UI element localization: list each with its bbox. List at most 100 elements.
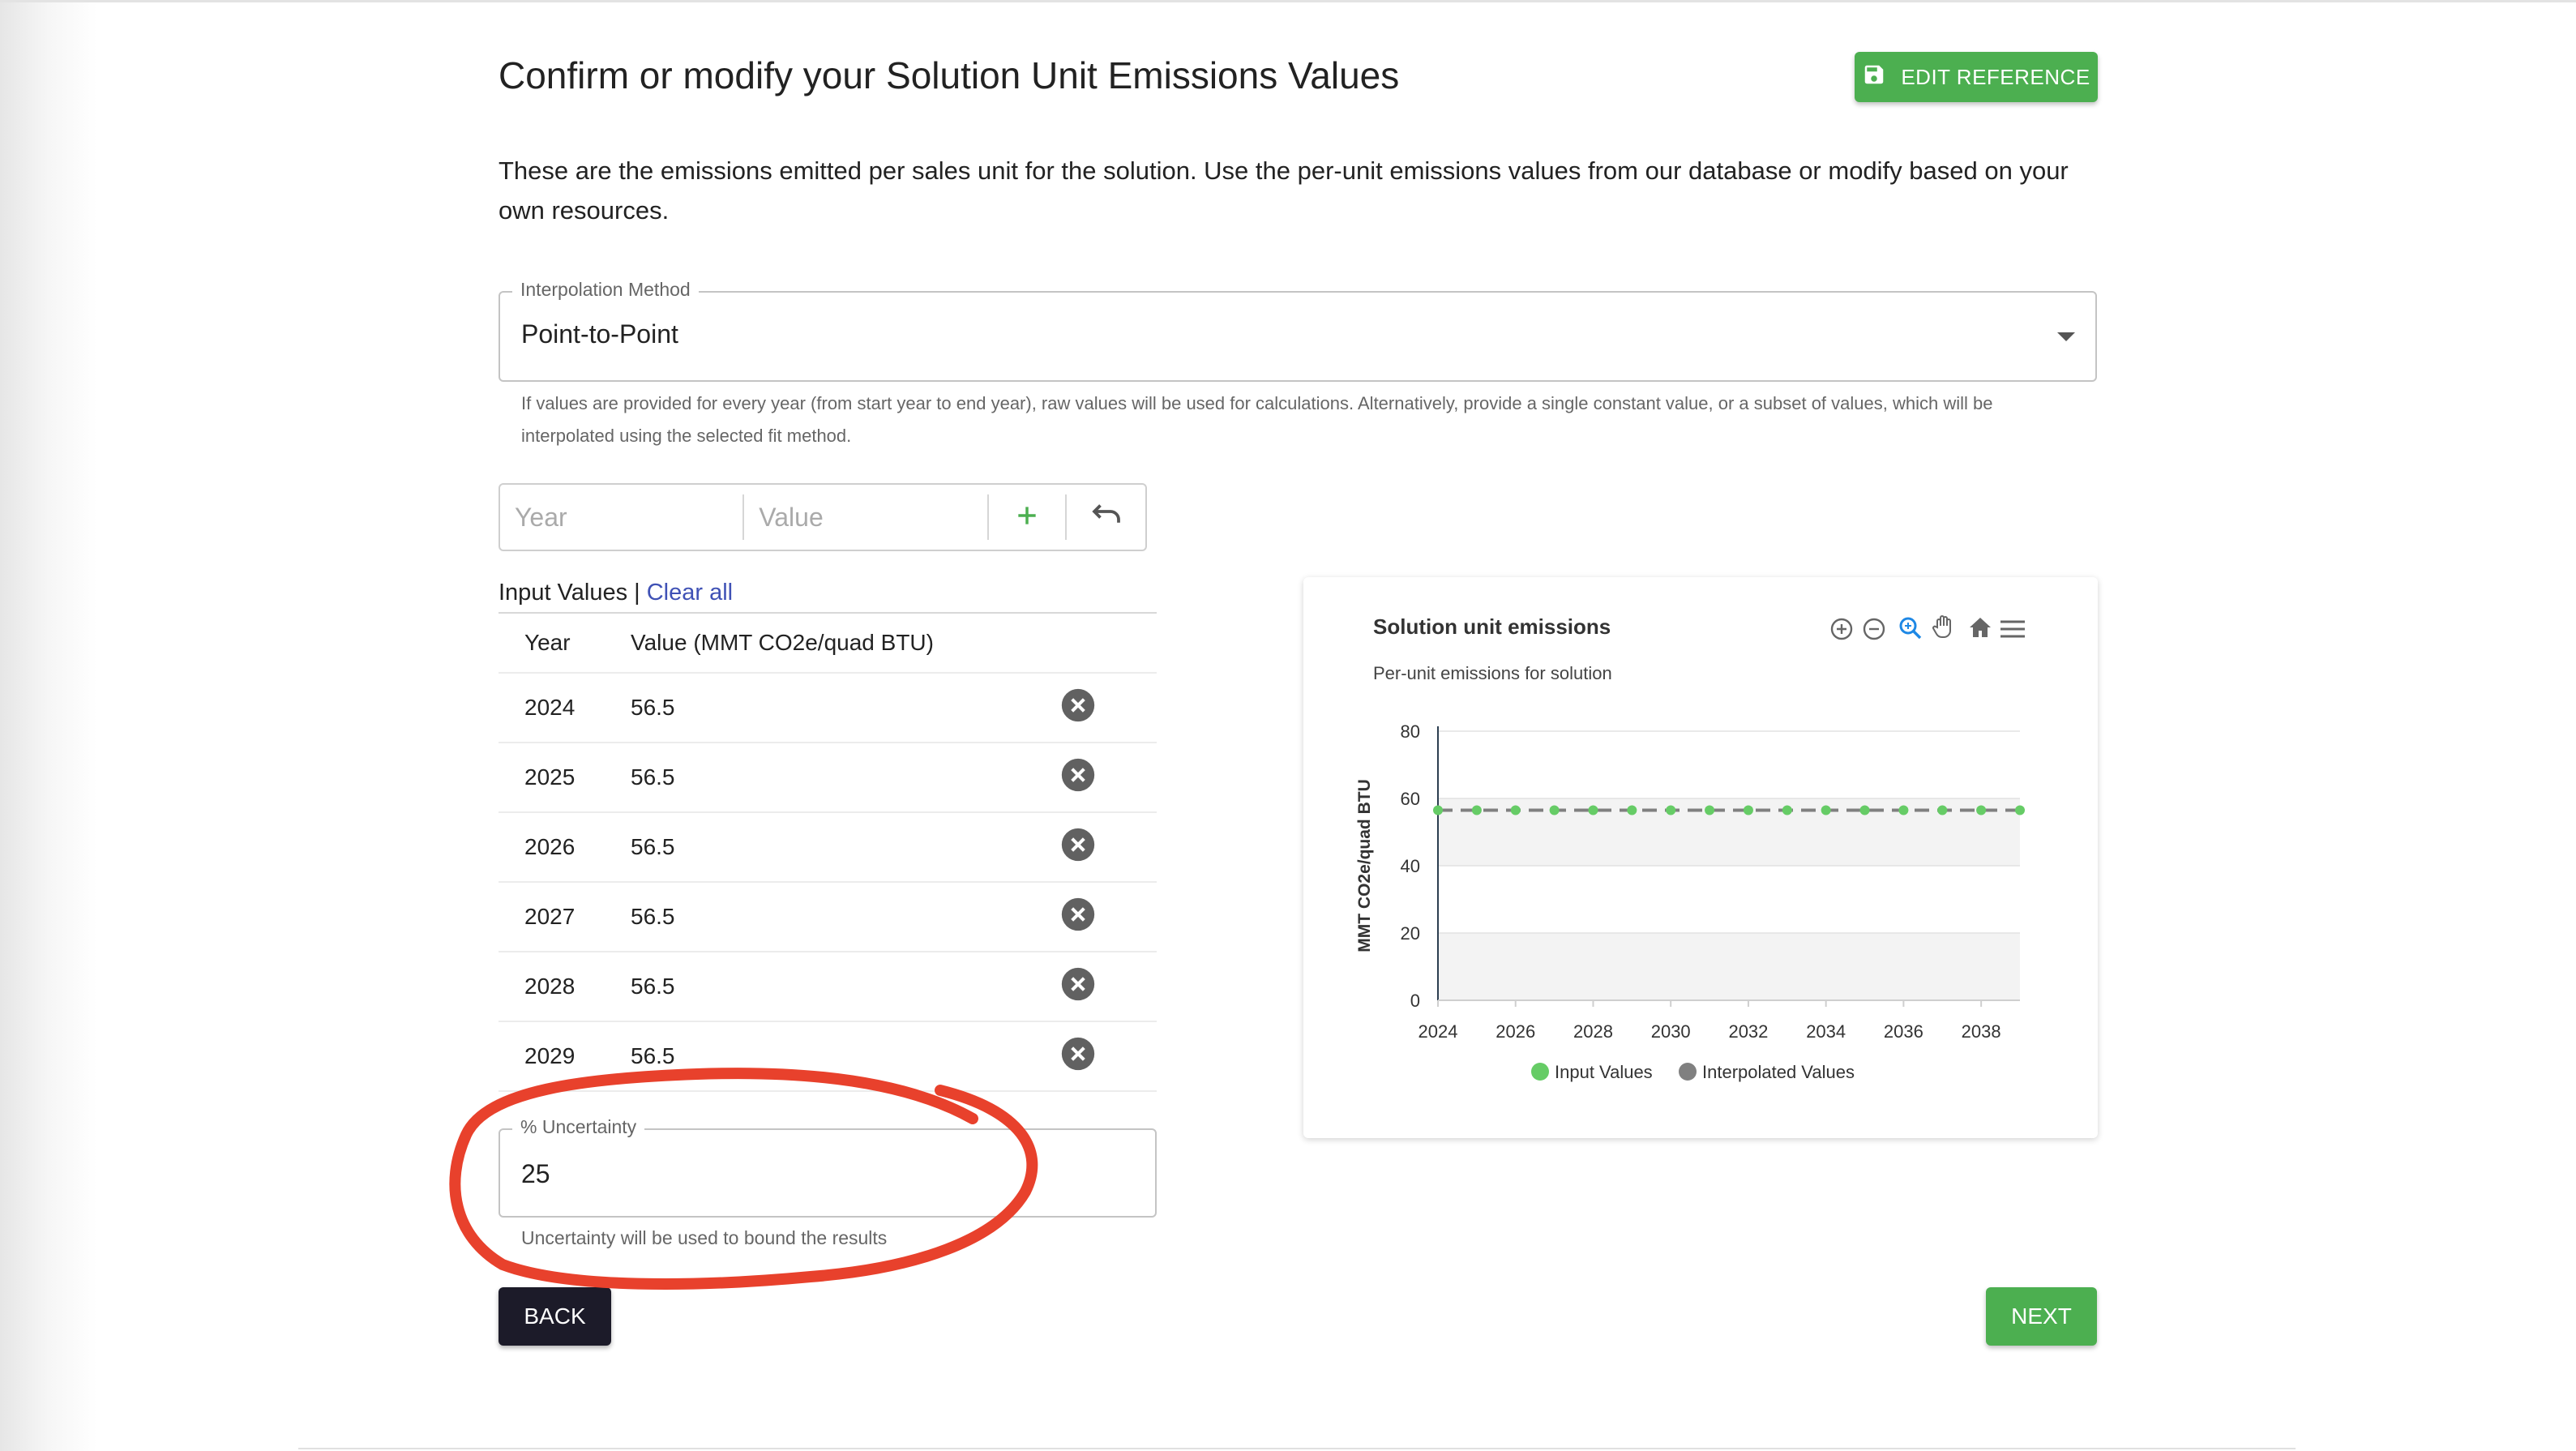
- row-year: 2026: [524, 834, 576, 859]
- remove-row-icon[interactable]: [1060, 1036, 1096, 1077]
- uncertainty-field[interactable]: [499, 1128, 1157, 1218]
- grid-band: [1438, 731, 2020, 798]
- remove-row-icon[interactable]: [1060, 687, 1096, 729]
- table-row: 2024 56.5: [499, 674, 1157, 743]
- y-tick-label: 20: [1401, 923, 1420, 944]
- window-edge-shade: [0, 0, 97, 1451]
- x-tick-label: 2034: [1806, 1021, 1846, 1042]
- add-value-row: Year Value: [499, 483, 1147, 551]
- row-value: 56.5: [631, 974, 675, 999]
- data-point-input-values: [1821, 805, 1831, 815]
- data-point-input-values: [2015, 805, 2025, 815]
- plus-icon: [1014, 503, 1040, 533]
- year-input[interactable]: Year: [500, 494, 745, 540]
- row-year: 2024: [524, 695, 576, 720]
- interpolation-helper-text: If values are provided for every year (f…: [521, 393, 1993, 446]
- menu-icon[interactable]: [2000, 620, 2025, 638]
- uncertainty-value[interactable]: 25: [521, 1159, 550, 1189]
- reset-home-icon[interactable]: [1970, 618, 1991, 637]
- x-tick-label: 2026: [1496, 1021, 1535, 1042]
- page-title: Confirm or modify your Solution Unit Emi…: [499, 54, 1400, 96]
- data-point-input-values: [1898, 805, 1909, 815]
- data-point-input-values: [1666, 805, 1676, 815]
- y-tick-label: 40: [1401, 856, 1420, 876]
- x-tick-label: 2036: [1884, 1021, 1923, 1042]
- save-icon: [1862, 62, 1886, 92]
- row-year: 2028: [524, 974, 576, 999]
- data-point-input-values: [1976, 805, 1987, 815]
- chart-y-axis-label: MMT CO2e/quad BTU: [1355, 779, 1374, 952]
- emissions-chart: Solution unit emissions Per-unit emissio…: [1355, 614, 2025, 1082]
- description-text: These are the emissions emitted per sale…: [499, 156, 2069, 225]
- zoom-out-icon[interactable]: [1863, 618, 1885, 640]
- x-tick-label: 2024: [1419, 1021, 1458, 1042]
- legend-label: Interpolated Values: [1702, 1062, 1855, 1082]
- legend-marker: [1679, 1063, 1697, 1081]
- plot-area: 0 20 40 60 80 2024 2026 2028 2030 2032 2034 2036 203…: [1401, 721, 2025, 1082]
- row-value: 56.5: [631, 1043, 675, 1068]
- zoom-in-icon[interactable]: [1830, 618, 1853, 640]
- input-values-table: Year Value (MMT CO2e/quad BTU) 2024 56.5…: [499, 614, 1157, 1092]
- row-value: 56.5: [631, 695, 675, 720]
- row-value: 56.5: [631, 764, 675, 790]
- table-header: Year Value (MMT CO2e/quad BTU): [499, 614, 1157, 674]
- grid-band: [1438, 933, 2020, 1000]
- grid-band: [1438, 866, 2020, 933]
- remove-row-icon[interactable]: [1060, 757, 1096, 798]
- legend-label: Input Values: [1555, 1062, 1653, 1082]
- interpolation-method-value: Point-to-Point: [521, 319, 678, 349]
- chart-toolbar: [1830, 615, 2025, 640]
- table-row: 2026 56.5: [499, 813, 1157, 883]
- top-divider: [0, 0, 2576, 2]
- data-point-input-values: [1937, 805, 1948, 815]
- data-point-input-values: [1782, 805, 1792, 815]
- data-point-input-values: [1859, 805, 1870, 815]
- footer-divider: [298, 1448, 2296, 1449]
- caret-down-icon[interactable]: [2057, 332, 2075, 341]
- data-point-input-values: [1588, 805, 1598, 815]
- edit-reference-button[interactable]: EDIT REFERENCE: [1855, 52, 2098, 102]
- chart-card: Solution unit emissions Per-unit emissio…: [1303, 577, 2098, 1138]
- column-header-value: Value (MMT CO2e/quad BTU): [631, 630, 934, 655]
- data-point-input-values: [1471, 805, 1482, 815]
- next-button[interactable]: NEXT: [1986, 1287, 2097, 1346]
- x-tick-label: 2030: [1651, 1021, 1691, 1042]
- interpolation-method-select[interactable]: [499, 291, 2097, 382]
- interpolation-method-label: Interpolation Method: [512, 279, 699, 301]
- input-values-header: Input Values | Clear all: [499, 580, 733, 606]
- edit-reference-label: EDIT REFERENCE: [1901, 64, 2090, 89]
- data-point-input-values: [1433, 805, 1443, 815]
- row-year: 2027: [524, 904, 576, 929]
- chart-title: Solution unit emissions: [1373, 614, 1611, 639]
- input-values-title: Input Values: [499, 580, 628, 606]
- header-separator: |: [627, 580, 647, 606]
- x-tick-label: 2028: [1573, 1021, 1613, 1042]
- clear-all-link[interactable]: Clear all: [647, 580, 733, 606]
- undo-icon: [1090, 503, 1123, 532]
- remove-row-icon[interactable]: [1060, 897, 1096, 938]
- back-button[interactable]: BACK: [499, 1287, 611, 1346]
- row-value: 56.5: [631, 834, 675, 859]
- add-value-button[interactable]: [989, 494, 1068, 540]
- y-tick-label: 60: [1401, 789, 1420, 809]
- uncertainty-helper-text: Uncertainty will be used to bound the re…: [521, 1227, 888, 1248]
- value-input[interactable]: Value: [744, 494, 989, 540]
- column-header-year: Year: [524, 630, 571, 655]
- row-value: 56.5: [631, 904, 675, 929]
- data-point-input-values: [1743, 805, 1753, 815]
- undo-button[interactable]: [1067, 494, 1145, 540]
- selection-zoom-icon[interactable]: [1899, 617, 1922, 640]
- remove-row-icon[interactable]: [1060, 966, 1096, 1008]
- table-row: 2028 56.5: [499, 952, 1157, 1022]
- grid-band: [1438, 798, 2020, 866]
- row-year: 2025: [524, 764, 576, 790]
- table-row: 2025 56.5: [499, 743, 1157, 813]
- data-point-input-values: [1549, 805, 1560, 815]
- pan-icon[interactable]: [1932, 615, 1951, 639]
- data-point-input-values: [1627, 805, 1637, 815]
- data-point-input-values: [1705, 805, 1715, 815]
- data-point-input-values: [1510, 805, 1521, 815]
- x-tick-label: 2038: [1962, 1021, 2001, 1042]
- y-tick-label: 0: [1410, 991, 1420, 1011]
- remove-row-icon[interactable]: [1060, 827, 1096, 868]
